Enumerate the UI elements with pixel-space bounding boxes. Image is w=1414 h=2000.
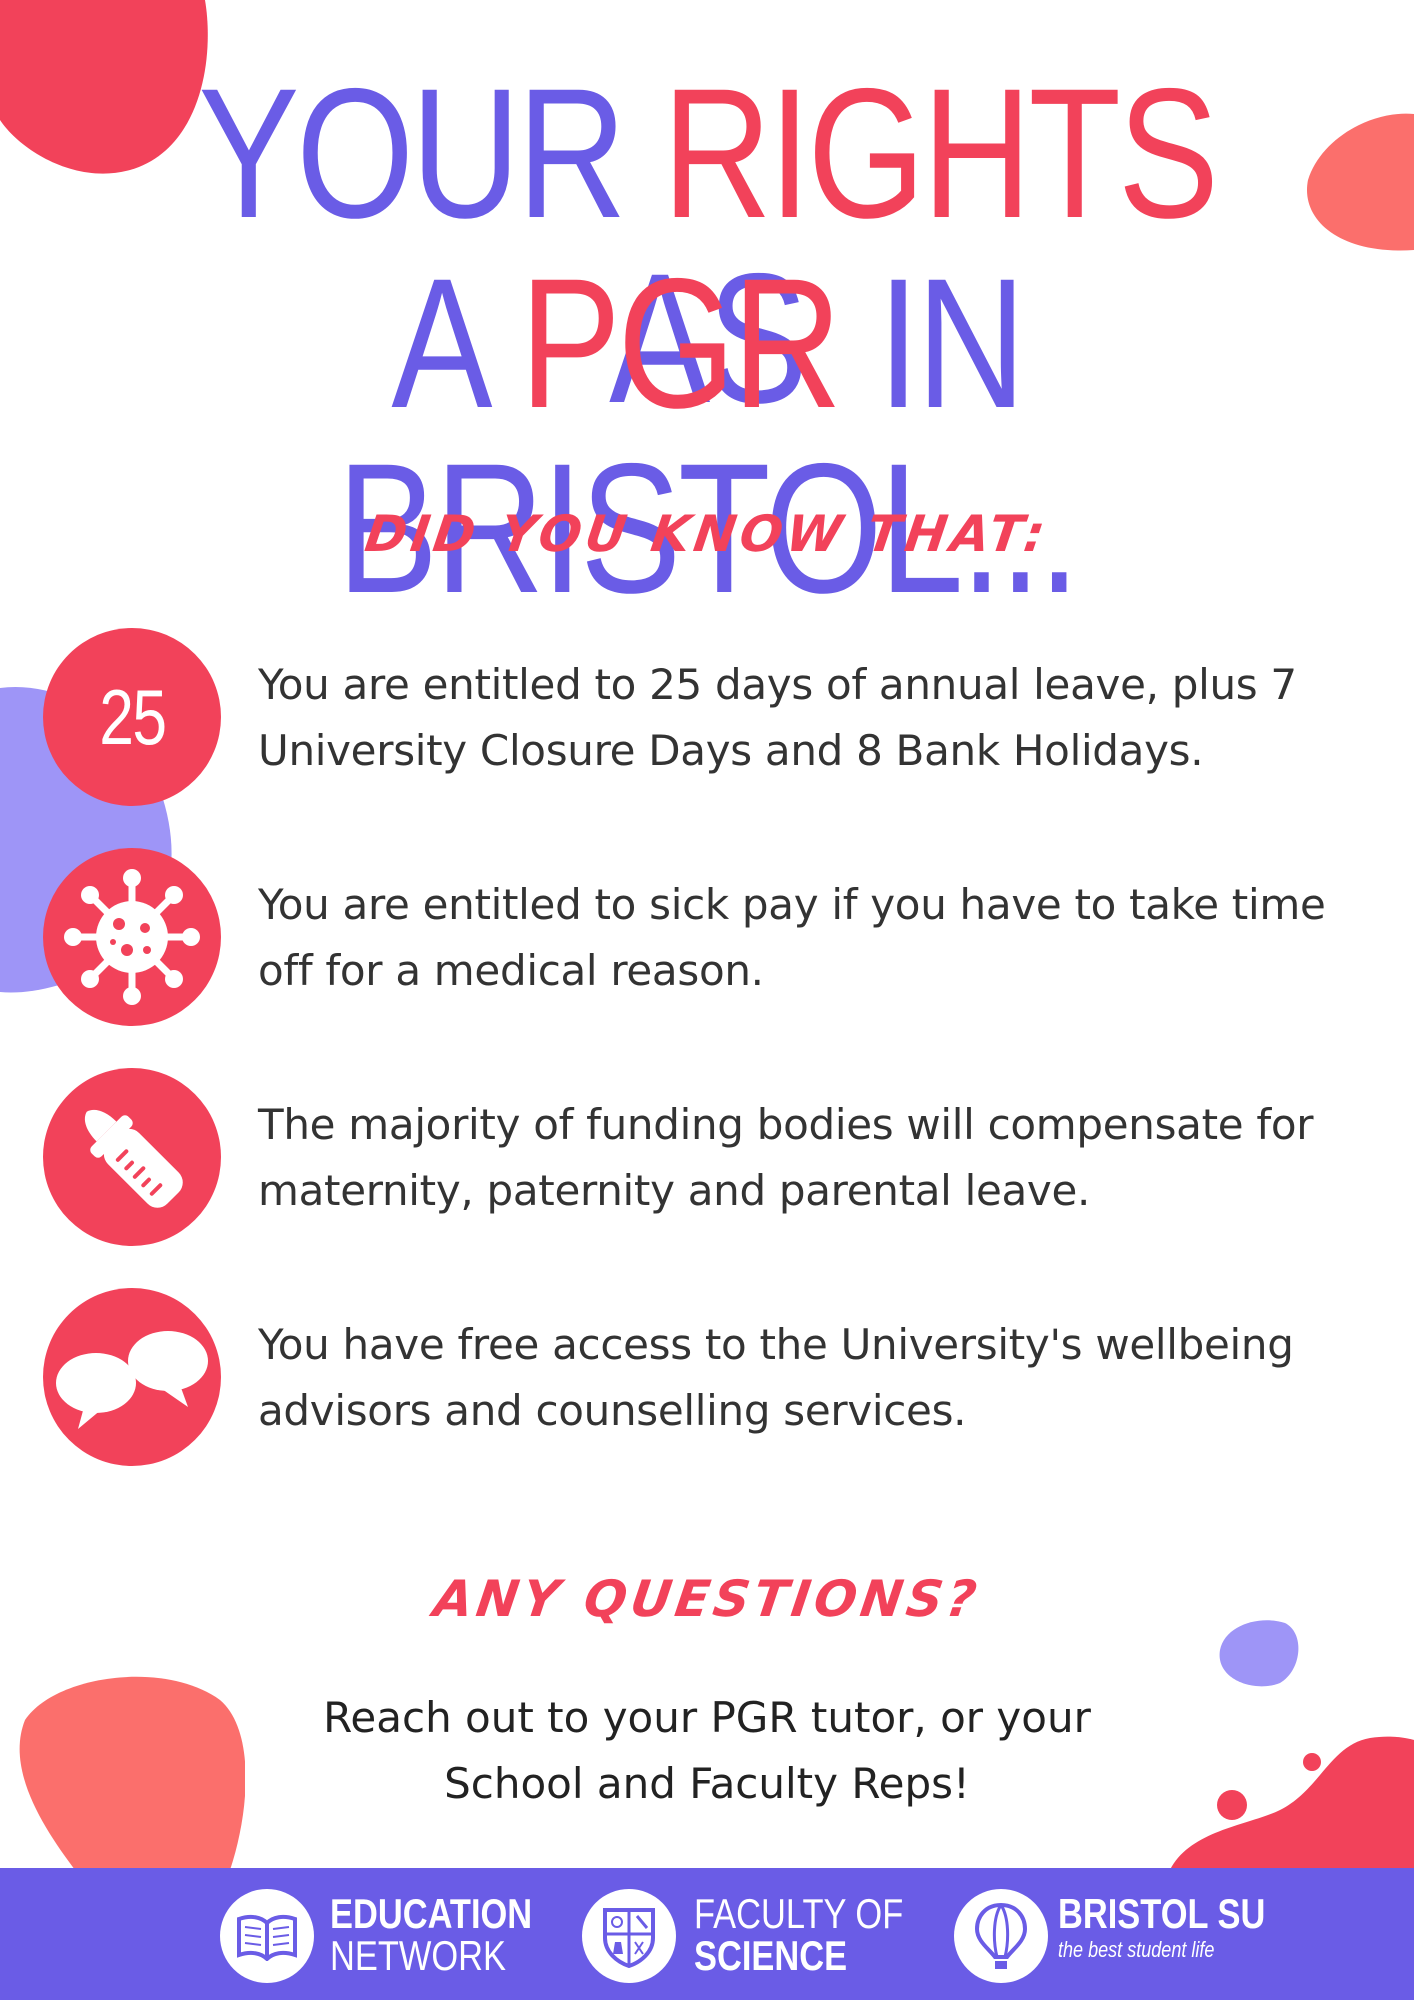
bristol-su-logo-text: BRISTOL SU the best student life — [1058, 1893, 1265, 1961]
logo-line-2: NETWORK — [330, 1932, 507, 1979]
title-text: YOUR — [198, 51, 663, 257]
virus-icon — [43, 848, 221, 1026]
decorative-blob-top-right — [1306, 113, 1414, 251]
logo-tagline: the best student life — [1058, 1937, 1215, 1962]
baby-bottle-icon — [43, 1068, 221, 1246]
science-crest-icon — [582, 1889, 676, 1983]
did-you-know-heading: DID YOU KNOW THAT: — [361, 505, 1053, 563]
logo-line-1: BRISTOL SU — [1058, 1890, 1266, 1937]
contact-message: Reach out to your PGR tutor, or your Sch… — [0, 1685, 1414, 1817]
fact-text-sick-pay: You are entitled to sick pay if you have… — [258, 880, 1326, 995]
logo-line-2: SCIENCE — [694, 1932, 848, 1979]
contact-line-2: School and Faculty Reps! — [444, 1759, 970, 1808]
education-network-logo-text: EDUCATION NETWORK — [330, 1893, 532, 1977]
logo-line-1: FACULTY OF — [694, 1890, 904, 1937]
any-questions-heading: ANY QUESTIONS? — [430, 1570, 984, 1628]
number-badge: 25 — [43, 628, 221, 806]
fact-text-annual-leave: You are entitled to 25 days of annual le… — [258, 660, 1297, 775]
badge-number: 25 — [98, 672, 167, 761]
fact-text-parental-leave: The majority of funding bodies will comp… — [258, 1100, 1314, 1215]
title-accent: PGR — [519, 241, 842, 447]
title-text: A — [391, 241, 520, 447]
fact-text-wellbeing: You have free access to the University's… — [258, 1320, 1294, 1435]
speech-bubbles-icon-graphic — [56, 1331, 208, 1429]
faculty-of-science-logo-text: FACULTY OF SCIENCE — [694, 1893, 903, 1977]
open-book-icon — [220, 1889, 314, 1983]
logo-line-1: EDUCATION — [330, 1890, 533, 1937]
page-title-line-2: A PGR IN BRISTOL... — [127, 252, 1286, 622]
title-accent: RIGHTS — [662, 51, 1219, 257]
contact-line-1: Reach out to your PGR tutor, or your — [323, 1693, 1091, 1742]
speech-bubbles-icon — [43, 1288, 221, 1466]
virus-icon-graphic — [64, 869, 200, 1005]
baby-bottle-icon-graphic — [84, 1109, 183, 1208]
hot-air-balloon-icon — [954, 1889, 1048, 1983]
